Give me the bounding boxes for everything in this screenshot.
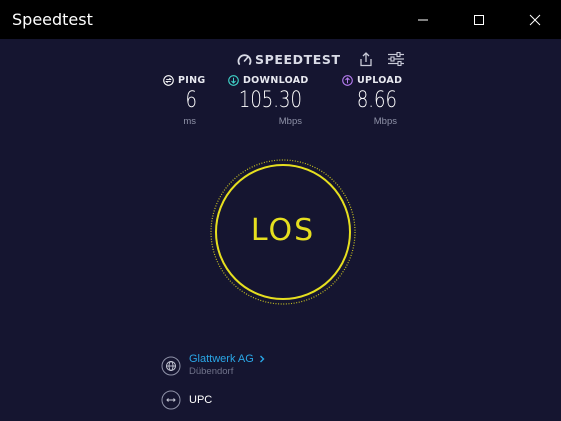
ping-icon xyxy=(163,75,174,86)
ping-label: PING xyxy=(178,75,206,86)
close-button[interactable] xyxy=(512,0,558,39)
brand-name: SPEEDTEST xyxy=(255,51,341,67)
isp-name-link[interactable]: Glattwerk AG xyxy=(189,353,267,365)
speedtest-logo: SPEEDTEST xyxy=(237,51,341,67)
download-value: 105.30 xyxy=(238,88,302,113)
go-button[interactable]: LOS xyxy=(208,213,358,248)
upload-label-row: UPLOAD xyxy=(342,75,402,86)
download-icon xyxy=(228,75,239,86)
share-icon xyxy=(360,51,372,66)
settings-sliders-icon xyxy=(388,52,404,66)
download-label: DOWNLOAD xyxy=(243,75,309,86)
maximize-icon xyxy=(474,14,484,25)
isp-info: Glattwerk AG Dübendorf xyxy=(189,353,267,378)
share-button[interactable] xyxy=(357,51,375,67)
title-bar: Speedtest xyxy=(0,0,561,39)
speedtest-window: Speedtest SPEEDTEST PING 6 ms DOWNLOAD 1… xyxy=(0,0,561,421)
server-arrows-icon xyxy=(161,390,181,410)
globe-icon xyxy=(161,356,181,376)
upload-label: UPLOAD xyxy=(357,75,403,86)
close-icon xyxy=(529,14,541,25)
upload-value: 8.66 xyxy=(356,88,397,113)
settings-button[interactable] xyxy=(387,51,405,67)
upload-icon xyxy=(342,75,353,86)
window-title: Speedtest xyxy=(12,10,93,29)
ping-unit: ms xyxy=(183,116,196,127)
download-unit: Mbps xyxy=(278,116,302,127)
server-selector[interactable]: UPC xyxy=(161,390,212,410)
ping-label-row: PING xyxy=(163,75,205,86)
upload-unit: Mbps xyxy=(373,116,397,127)
chevron-right-icon xyxy=(259,355,265,363)
download-label-row: DOWNLOAD xyxy=(228,75,309,86)
gauge-icon xyxy=(237,53,252,65)
minimize-button[interactable] xyxy=(400,0,446,39)
ping-value: 6 xyxy=(185,88,197,113)
isp-selector[interactable]: Glattwerk AG Dübendorf xyxy=(161,353,267,378)
isp-location: Dübendorf xyxy=(189,366,234,377)
minimize-icon xyxy=(418,19,428,20)
server-name: UPC xyxy=(189,394,213,406)
maximize-button[interactable] xyxy=(456,0,502,39)
isp-name: Glattwerk AG xyxy=(189,353,254,365)
